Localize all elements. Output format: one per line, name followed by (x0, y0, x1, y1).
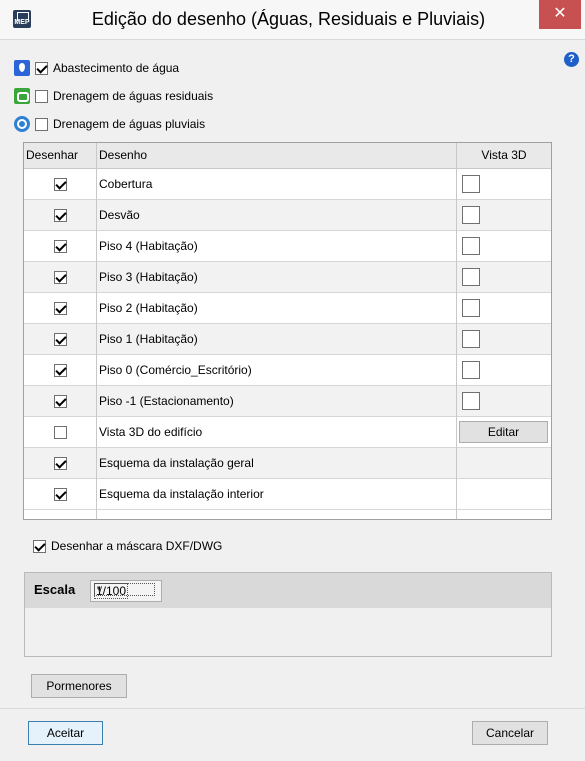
wastewater-icon (14, 88, 30, 104)
draw-checkbox[interactable] (53, 177, 67, 191)
mask-checkbox[interactable] (33, 539, 46, 553)
drawing-name: Piso 0 (Comércio_Escritório) (99, 363, 252, 377)
3d-view-checkbox[interactable] (462, 175, 480, 193)
3d-view-checkbox[interactable] (462, 206, 480, 224)
table-row[interactable]: Esquema da instalação interior (24, 479, 551, 510)
close-button[interactable]: ✕ (539, 0, 581, 29)
network-checkbox[interactable] (35, 61, 48, 75)
scale-select[interactable]: 1/100 ∨ (90, 580, 162, 602)
draw-checkbox[interactable] (53, 487, 67, 501)
drawing-name: Piso 1 (Habitação) (99, 332, 198, 346)
column-divider (456, 143, 457, 519)
network-checkbox[interactable] (35, 89, 48, 103)
network-label: Drenagem de águas residuais (53, 89, 214, 103)
3d-view-checkbox[interactable] (462, 237, 480, 255)
rainwater-icon (14, 116, 30, 132)
network-rainwater[interactable]: Drenagem de águas pluviais (35, 115, 205, 133)
table-row[interactable]: Piso 0 (Comércio_Escritório) (24, 355, 551, 386)
column-header-draw[interactable]: Desenhar (26, 143, 96, 168)
draw-checkbox[interactable] (53, 239, 67, 253)
drawing-name: Piso -1 (Estacionamento) (99, 394, 234, 408)
column-header-3d-view[interactable]: Vista 3D (457, 143, 551, 168)
help-icon[interactable]: ? (564, 52, 579, 67)
table-row[interactable]: Piso 4 (Habitação) (24, 231, 551, 262)
title-bar: MEP Edição do desenho (Águas, Residuais … (0, 0, 585, 40)
details-button[interactable]: Pormenores (31, 674, 127, 698)
scale-panel: Escala 1/100 ∨ (24, 572, 552, 657)
chevron-down-icon: ∨ (94, 583, 155, 596)
3d-view-checkbox[interactable] (462, 299, 480, 317)
drawing-name: Piso 2 (Habitação) (99, 301, 198, 315)
table-row[interactable]: Piso 1 (Habitação) (24, 324, 551, 355)
mask-label: Desenhar a máscara DXF/DWG (51, 539, 223, 553)
drawing-name: Vista 3D do edifício (99, 425, 203, 439)
drawing-name: Piso 3 (Habitação) (99, 270, 198, 284)
network-water-supply[interactable]: Abastecimento de água (35, 59, 179, 77)
scale-bar: Escala 1/100 ∨ (25, 573, 551, 608)
table-row[interactable]: Desvão (24, 200, 551, 231)
network-checkbox[interactable] (35, 117, 48, 131)
draw-checkbox[interactable] (53, 456, 67, 470)
drawing-name: Desvão (99, 208, 140, 222)
table-row[interactable]: Cobertura (24, 169, 551, 200)
drawing-name: Esquema da instalação interior (99, 487, 264, 501)
accept-button[interactable]: Aceitar (28, 721, 103, 745)
table-row[interactable]: Esquema da instalação geral (24, 448, 551, 479)
cancel-button[interactable]: Cancelar (472, 721, 548, 745)
network-label: Abastecimento de água (53, 61, 180, 75)
network-label: Drenagem de águas pluviais (53, 117, 206, 131)
3d-view-checkbox[interactable] (462, 268, 480, 286)
table-row[interactable]: Vista 3D do edifício Editar (24, 417, 551, 448)
window-title: Edição do desenho (Águas, Residuais e Pl… (91, 9, 486, 29)
dialog-footer: Aceitar Cancelar (0, 708, 585, 761)
column-divider (96, 143, 97, 519)
table-row[interactable]: Piso -1 (Estacionamento) (24, 386, 551, 417)
table-row[interactable]: Piso 3 (Habitação) (24, 262, 551, 293)
edit-3d-view-button[interactable]: Editar (459, 421, 548, 443)
3d-view-checkbox[interactable] (462, 330, 480, 348)
water-drop-icon (14, 60, 30, 76)
draw-checkbox[interactable] (53, 363, 67, 377)
drawing-name: Piso 4 (Habitação) (99, 239, 198, 253)
drawings-grid: Desenhar Desenho Vista 3D Cobertura Desv… (23, 142, 552, 520)
3d-view-checkbox[interactable] (462, 392, 480, 410)
mask-option[interactable]: Desenhar a máscara DXF/DWG (33, 539, 222, 553)
scale-label: Escala (34, 582, 76, 597)
draw-checkbox[interactable] (53, 394, 67, 408)
draw-checkbox[interactable] (53, 425, 67, 439)
draw-checkbox[interactable] (53, 270, 67, 284)
draw-checkbox[interactable] (53, 301, 67, 315)
draw-checkbox[interactable] (53, 208, 67, 222)
table-row[interactable]: Piso 2 (Habitação) (24, 293, 551, 324)
column-header-drawing[interactable]: Desenho (99, 143, 479, 168)
3d-view-checkbox[interactable] (462, 361, 480, 379)
draw-checkbox[interactable] (53, 332, 67, 346)
network-wastewater[interactable]: Drenagem de águas residuais (35, 87, 213, 105)
app-icon: MEP (13, 10, 31, 28)
drawing-name: Cobertura (99, 177, 153, 191)
drawing-name: Esquema da instalação geral (99, 456, 254, 470)
grid-header: Desenhar Desenho Vista 3D (24, 143, 551, 169)
